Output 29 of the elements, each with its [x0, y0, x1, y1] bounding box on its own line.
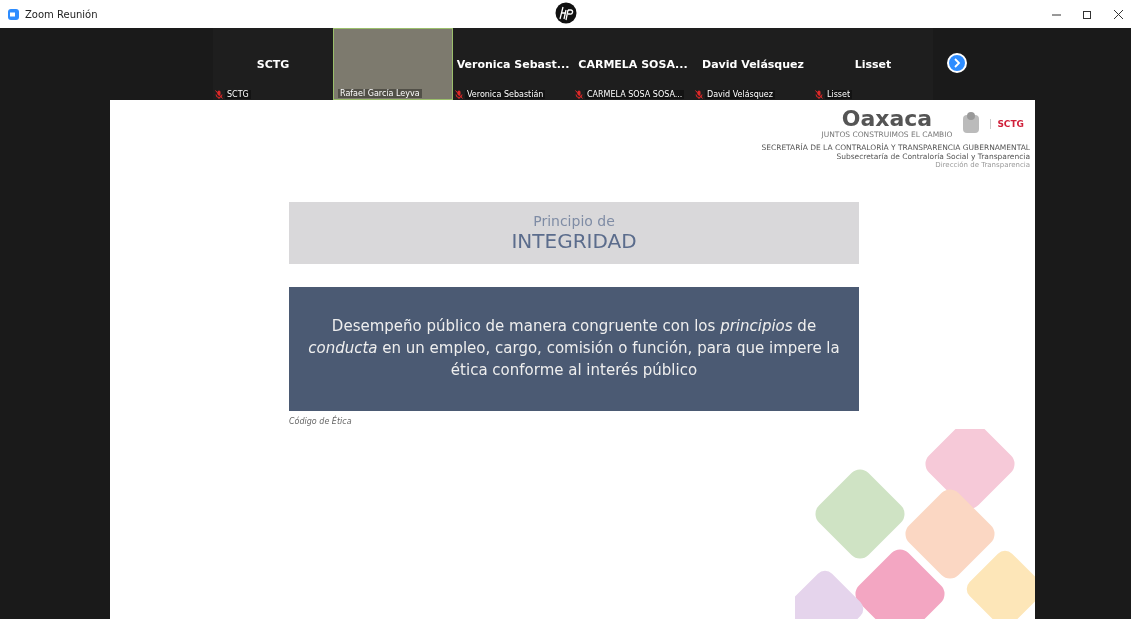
participant-tile[interactable]: Veronica Sebast... Veronica Sebastián [453, 28, 573, 100]
participant-name: Lisset [854, 57, 892, 71]
participant-label: SCTG [225, 90, 251, 99]
participant-label: Veronica Sebastián [465, 90, 546, 99]
source-note: Código de Ética [289, 417, 353, 426]
participant-name: CARMELA SOSA... [578, 57, 688, 71]
participant-tile[interactable]: David Velásquez David Velásquez [693, 28, 813, 100]
participant-tile[interactable]: SCTG SCTG [213, 28, 333, 100]
participant-label: David Velásquez [705, 90, 775, 99]
close-icon[interactable] [1114, 9, 1123, 19]
heading: INTEGRIDAD [511, 229, 637, 253]
participant-name: Veronica Sebast... [456, 57, 570, 71]
participant-label: Lisset [825, 90, 853, 99]
participant-tile[interactable]: Lisset Lisset [813, 28, 933, 100]
video-placeholder[interactable]: Rafael García Leyva [333, 28, 453, 100]
participant-name: SCTG [256, 57, 290, 71]
next-page-button[interactable] [947, 53, 967, 73]
window-title: Zoom Reunión [25, 8, 98, 20]
participant-label: Rafael García Leyva [338, 89, 422, 98]
maximize-icon[interactable] [1083, 9, 1092, 19]
zoom-logo-icon [8, 8, 19, 20]
chevron-right-icon [953, 58, 961, 68]
participant-name: David Velásquez [702, 57, 804, 71]
participant-label: CARMELA SOSA SOSA... [585, 90, 685, 99]
participant-tile[interactable]: CARMELA SOSA... CARMELA SOSA SOSA... [573, 28, 693, 100]
logo-wordmark: Oaxaca [841, 108, 933, 130]
heading-small: Principio de [533, 213, 615, 229]
logo-badge: SCTG [990, 118, 1030, 129]
definition-text: Desempeño público de manera congruente con los principios de conducta en un empleo, cargo, comisión o función, para que impere la ética conforme al interés público [307, 316, 841, 381]
